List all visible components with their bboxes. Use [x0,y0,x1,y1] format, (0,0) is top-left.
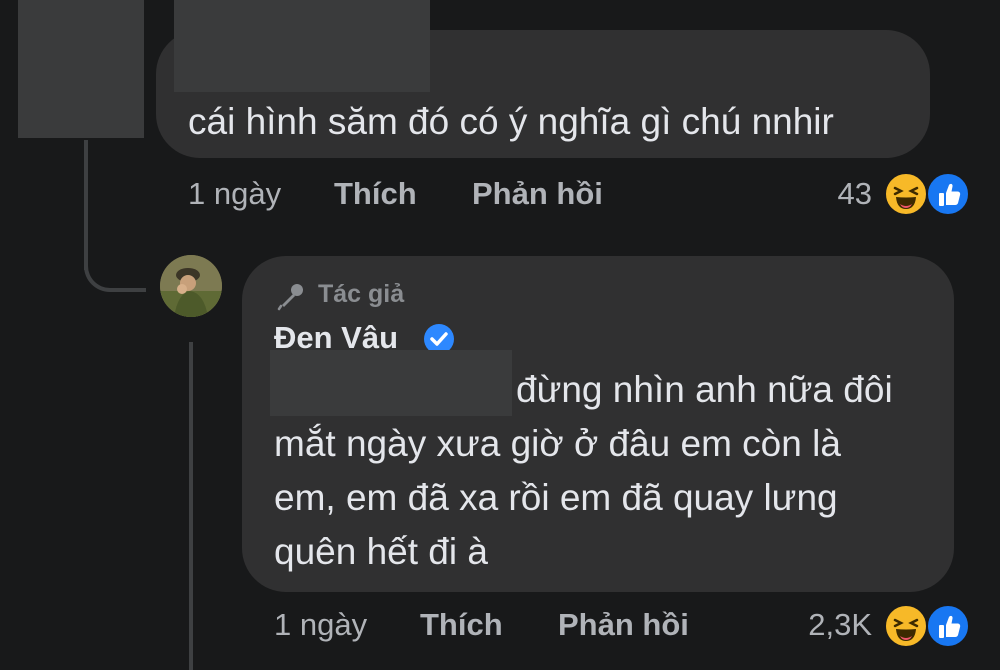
author-badge: Tác giả [318,280,405,308]
reply-timestamp[interactable]: 1 ngày [274,607,367,643]
author-avatar[interactable] [160,255,222,317]
reply-text-line-1: đừng nhìn anh nữa đôi [516,369,893,410]
reply-reaction-count[interactable]: 2,3K [760,607,872,643]
reply-button[interactable]: Phản hồi [472,176,603,212]
reply-reply-button[interactable]: Phản hồi [558,607,689,643]
redacted-mention [270,350,512,416]
reaction-count[interactable]: 43 [790,176,872,212]
reply-thread-line [189,342,193,670]
like-button[interactable]: Thích [334,176,417,212]
thread-connector [84,236,146,292]
haha-icon[interactable] [884,604,928,648]
haha-icon[interactable] [884,172,928,216]
like-icon[interactable] [926,172,970,216]
reply-text-line-2: mắt ngày xưa giờ ở đâu em còn là [274,423,841,464]
comment-text: cái hình săm đó có ý nghĩa gì chú nnhir [188,101,834,142]
redacted-avatar [18,0,144,138]
reply-text-line-3: em, em đã xa rồi em đã quay lưng [274,477,838,518]
reply-text-line-4: quên hết đi à [274,531,488,572]
redacted-commenter-name [174,0,430,92]
comment-timestamp[interactable]: 1 ngày [188,176,281,212]
microphone-icon [276,280,308,312]
like-icon[interactable] [926,604,970,648]
reply-like-button[interactable]: Thích [420,607,503,643]
